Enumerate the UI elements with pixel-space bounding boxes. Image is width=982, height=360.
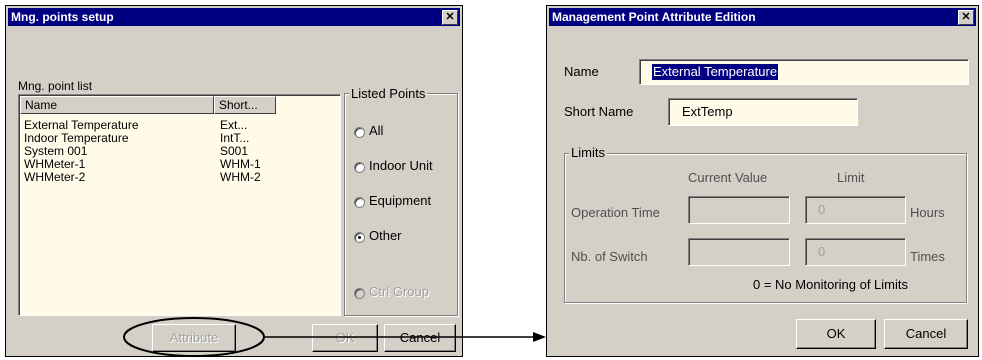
operation-time-label: Operation Time — [571, 205, 660, 220]
radio-all[interactable] — [354, 127, 365, 138]
limits-note: 0 = No Monitoring of Limits — [753, 277, 908, 292]
list-item-short: WHM-1 — [220, 157, 261, 171]
list-item-short: Ext... — [220, 118, 248, 132]
list-item-name: WHMeter-2 — [24, 170, 86, 184]
radio-ctrl-group — [354, 288, 365, 299]
radio-other[interactable] — [354, 232, 365, 243]
limit-header: Limit — [837, 170, 865, 185]
short-name-value: ExtTemp — [682, 104, 733, 119]
current-value-header: Current Value — [688, 170, 768, 185]
nb-of-switch-label: Nb. of Switch — [571, 249, 648, 264]
radio-indoor-unit-label[interactable]: Indoor Unit — [369, 158, 433, 173]
close-icon[interactable]: ✕ — [958, 10, 974, 25]
list-item[interactable]: WHMeter-2 WHM-2 — [19, 170, 319, 184]
edition-titlebar: Management Point Attribute Edition ✕ — [549, 8, 976, 26]
mng-points-setup-window: Mng. points setup ✕ Mng. point list Name… — [5, 5, 463, 357]
times-unit: Times — [910, 249, 945, 264]
list-item[interactable]: Indoor Temperature IntT... — [19, 131, 319, 145]
setup-titlebar: Mng. points setup ✕ — [8, 8, 460, 26]
list-item-name: System 001 — [24, 144, 88, 158]
mng-point-list-label: Mng. point list — [18, 79, 93, 93]
short-name-label: Short Name — [564, 104, 634, 119]
radio-ctrl-group-label: Ctrl Group — [369, 284, 429, 299]
cancel-button[interactable]: Cancel — [884, 319, 968, 349]
list-item[interactable]: WHMeter-1 WHM-1 — [19, 157, 319, 171]
switch-current-field — [688, 238, 790, 266]
list-item-short: WHM-2 — [220, 170, 261, 184]
list-item-short: S001 — [220, 144, 249, 158]
setup-title: Mng. points setup — [11, 10, 114, 24]
column-header-short[interactable]: Short... — [214, 96, 276, 114]
edition-title: Management Point Attribute Edition — [552, 10, 756, 24]
limits-label: Limits — [569, 145, 607, 160]
cancel-button[interactable]: Cancel — [384, 324, 456, 352]
radio-all-label[interactable]: All — [369, 123, 383, 138]
ok-button[interactable]: OK — [312, 324, 378, 352]
radio-indoor-unit[interactable] — [354, 162, 365, 173]
list-item-name: External Temperature — [24, 118, 139, 132]
name-field[interactable]: External Temperature — [639, 59, 969, 85]
mng-point-list[interactable]: Name Short... External Temperature Ext..… — [18, 94, 341, 316]
hours-unit: Hours — [910, 205, 945, 220]
short-name-field[interactable]: ExtTemp — [668, 98, 858, 126]
ok-button[interactable]: OK — [796, 319, 876, 349]
attribute-edition-window: Management Point Attribute Edition ✕ Nam… — [546, 5, 979, 357]
close-icon[interactable]: ✕ — [442, 10, 458, 25]
attribute-button[interactable]: Attribute — [152, 324, 236, 352]
listed-points-label: Listed Points — [349, 86, 428, 101]
radio-other-label[interactable]: Other — [369, 228, 402, 243]
operation-time-limit-field: 0 — [805, 196, 906, 224]
switch-limit-value: 0 — [818, 244, 826, 259]
connector-arrow-head — [533, 332, 546, 342]
list-item-name: WHMeter-1 — [24, 157, 86, 171]
name-field-value: External Temperature — [652, 64, 779, 80]
operation-time-current-field — [688, 196, 790, 224]
list-item[interactable]: System 001 S001 — [19, 144, 319, 158]
switch-limit-field: 0 — [805, 238, 906, 266]
list-item-short: IntT... — [220, 131, 250, 145]
column-header-name[interactable]: Name — [20, 96, 214, 114]
name-label: Name — [564, 64, 599, 79]
radio-equipment[interactable] — [354, 197, 365, 208]
operation-time-limit-value: 0 — [818, 202, 826, 217]
radio-equipment-label[interactable]: Equipment — [369, 193, 431, 208]
list-item-name: Indoor Temperature — [24, 131, 129, 145]
list-item[interactable]: External Temperature Ext... — [19, 118, 319, 132]
